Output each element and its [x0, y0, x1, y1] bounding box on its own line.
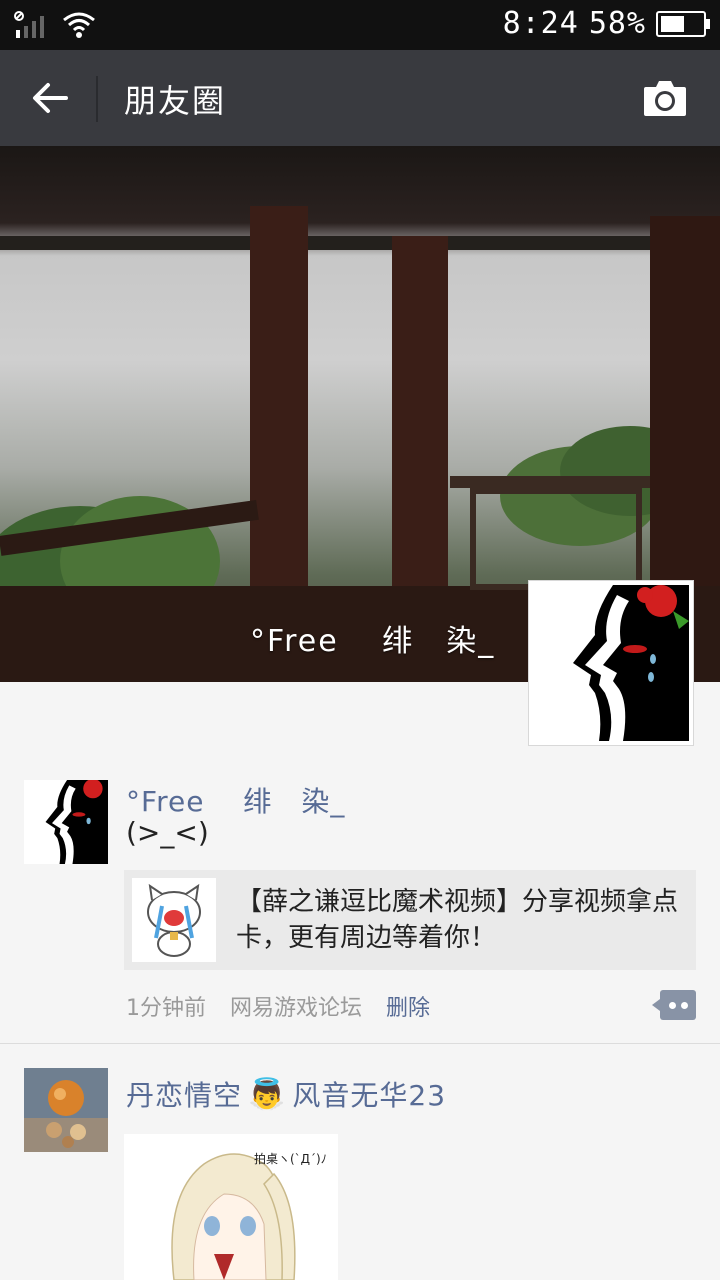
- comment-dot-icon: [668, 1001, 676, 1009]
- angel-emoji: 👼: [248, 1076, 287, 1112]
- comment-dot-icon: [680, 1001, 688, 1009]
- crying-cat-icon: [132, 878, 216, 962]
- back-button[interactable]: [26, 74, 74, 122]
- camera-icon: [644, 81, 686, 116]
- title-bar: 朋友圈: [0, 50, 720, 146]
- delete-link[interactable]: 删除: [386, 990, 430, 1022]
- image-caption: 拍桌ヽ(`Д´)ﾉ: [254, 1152, 327, 1166]
- clock: 8:24: [502, 6, 579, 41]
- shared-link-title: 【薛之谦逗比魔术视频】分享视频拿点卡，更有周边等着你！: [236, 887, 679, 953]
- post-avatar-photo: [24, 1068, 108, 1152]
- username-part: 风音无华23: [292, 1079, 447, 1112]
- post-image[interactable]: 拍桌ヽ(`Д´)ﾉ: [124, 1134, 338, 1280]
- title-divider: [96, 76, 98, 122]
- page-title: 朋友圈: [124, 82, 227, 120]
- comment-button[interactable]: [652, 990, 696, 1020]
- shared-link-card[interactable]: 【薛之谦逗比魔术视频】分享视频拿点卡，更有周边等着你！: [124, 870, 696, 970]
- back-arrow-icon: [33, 83, 68, 113]
- post-divider: [0, 1043, 720, 1044]
- post-username[interactable]: °Free 绯 染_: [126, 780, 345, 820]
- post-time: 1分钟前: [126, 996, 206, 1021]
- wifi-icon: [63, 12, 95, 38]
- camera-button[interactable]: [642, 78, 688, 118]
- profile-avatar[interactable]: [528, 580, 694, 746]
- battery-percent: 58%: [588, 6, 646, 41]
- post-meta: 1分钟前 网易游戏论坛 删除: [126, 990, 430, 1022]
- signal-icon: [14, 11, 44, 38]
- post-avatar[interactable]: [24, 780, 108, 864]
- post-text: (>_<): [126, 816, 209, 849]
- status-bar: 8:24 58%: [0, 0, 720, 50]
- post-source[interactable]: 网易游戏论坛: [230, 990, 362, 1022]
- username-part: 丹恋情空: [126, 1079, 243, 1112]
- cover-username: °Free 绯 染_: [250, 624, 496, 659]
- avatar-illustration: [533, 585, 689, 741]
- post-avatar-illustration: [24, 780, 108, 864]
- shared-link-thumbnail: [132, 878, 216, 962]
- post-username[interactable]: 丹恋情空 👼 风音无华23: [126, 1074, 446, 1114]
- post-avatar[interactable]: [24, 1068, 108, 1152]
- battery-icon: [656, 10, 710, 37]
